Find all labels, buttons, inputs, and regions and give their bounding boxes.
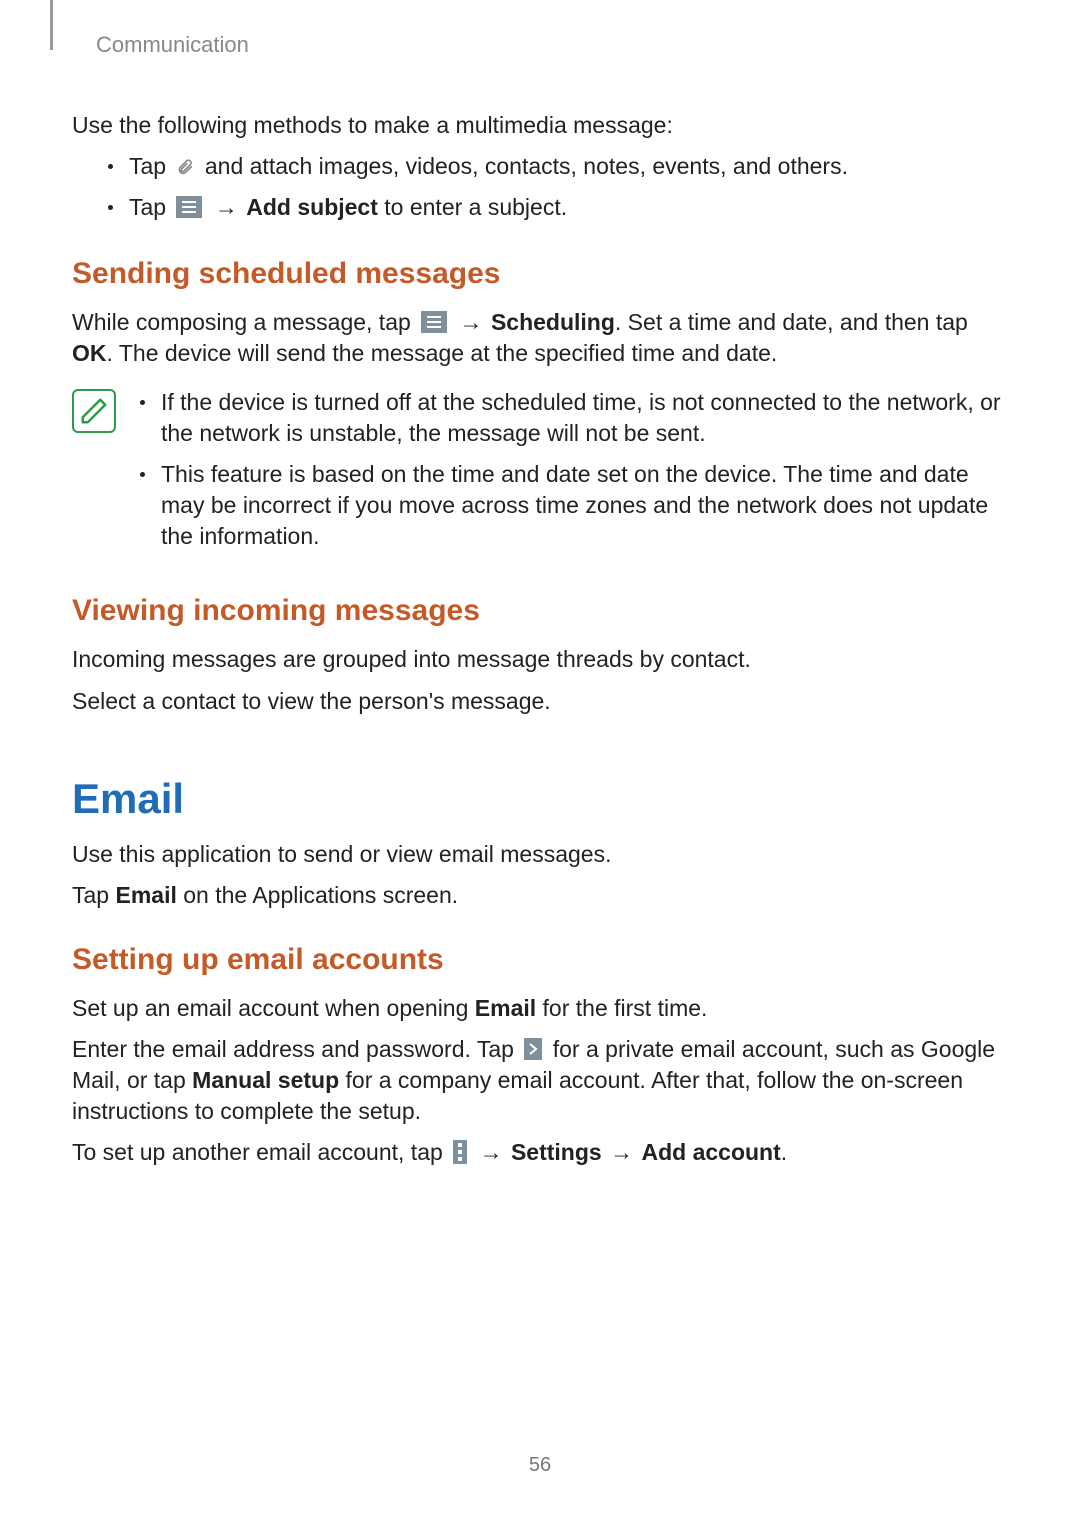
bold-text: Manual setup <box>192 1067 339 1093</box>
text: on the Applications screen. <box>177 882 458 908</box>
text: Enter the email address and password. Ta… <box>72 1036 520 1062</box>
bold-text: Add subject <box>246 194 378 220</box>
text: . Set a time and date, and then tap <box>615 309 968 335</box>
email-p1: Use this application to send or view ema… <box>72 839 1012 870</box>
bullet-marker <box>140 472 145 477</box>
page-number: 56 <box>0 1454 1080 1477</box>
bold-text: Settings <box>511 1139 602 1165</box>
bullet-marker <box>140 400 145 405</box>
setup-p2: Enter the email address and password. Ta… <box>72 1034 1012 1127</box>
bold-text: Email <box>115 882 176 908</box>
arrow: → <box>208 194 244 220</box>
text: . <box>781 1139 787 1165</box>
bullet-text: This feature is based on the time and da… <box>161 459 1012 552</box>
note-block: If the device is turned off at the sched… <box>72 387 1012 562</box>
text: Tap <box>129 153 172 179</box>
bold-text: Add account <box>641 1139 780 1165</box>
text: to enter a subject. <box>378 194 567 220</box>
heading-viewing: Viewing incoming messages <box>72 594 1012 628</box>
next-chevron-icon <box>524 1038 542 1060</box>
text: and attach images, videos, contacts, not… <box>198 153 848 179</box>
note-content: If the device is turned off at the sched… <box>140 387 1012 562</box>
more-vertical-icon <box>453 1140 467 1164</box>
viewing-p1: Incoming messages are grouped into messa… <box>72 644 1012 675</box>
arrow: → <box>473 1139 509 1165</box>
heading-scheduled: Sending scheduled messages <box>72 257 1012 291</box>
bullet-text: Tap → Add subject to enter a subject. <box>129 192 567 223</box>
setup-p1: Set up an email account when opening Ema… <box>72 993 1012 1024</box>
text: Tap <box>72 882 115 908</box>
arrow: → <box>453 309 489 335</box>
scheduled-paragraph: While composing a message, tap → Schedul… <box>72 307 1012 369</box>
menu-icon <box>176 196 202 218</box>
bold-text: Email <box>475 995 536 1021</box>
bullet-marker <box>108 164 113 169</box>
menu-icon <box>421 311 447 333</box>
heading-email: Email <box>72 775 1012 823</box>
page-content: Use the following methods to make a mult… <box>72 110 1012 1178</box>
arrow: → <box>604 1139 640 1165</box>
bold-text: Scheduling <box>491 309 615 335</box>
header-tab-rule <box>50 0 53 50</box>
text: . The device will send the message at th… <box>107 340 778 366</box>
heading-setup: Setting up email accounts <box>72 943 1012 977</box>
text: Set up an email account when opening <box>72 995 475 1021</box>
text: To set up another email account, tap <box>72 1139 449 1165</box>
bullet-text: If the device is turned off at the sched… <box>161 387 1012 449</box>
bullet-item: Tap and attach images, videos, contacts,… <box>108 151 1012 182</box>
bullet-list-1: Tap and attach images, videos, contacts,… <box>108 151 1012 223</box>
bullet-marker <box>108 205 113 210</box>
text: Tap <box>129 194 172 220</box>
header-section-label: Communication <box>96 32 249 58</box>
bullet-item: Tap → Add subject to enter a subject. <box>108 192 1012 223</box>
email-p2: Tap Email on the Applications screen. <box>72 880 1012 911</box>
intro-paragraph: Use the following methods to make a mult… <box>72 110 1012 141</box>
bullet-text: Tap and attach images, videos, contacts,… <box>129 151 848 182</box>
setup-p3: To set up another email account, tap → S… <box>72 1137 1012 1168</box>
paperclip-icon <box>176 157 194 177</box>
bullet-item: If the device is turned off at the sched… <box>140 387 1012 449</box>
text: for the first time. <box>536 995 707 1021</box>
bold-text: OK <box>72 340 107 366</box>
text: While composing a message, tap <box>72 309 417 335</box>
note-pencil-icon <box>72 389 116 433</box>
viewing-p2: Select a contact to view the person's me… <box>72 686 1012 717</box>
bullet-item: This feature is based on the time and da… <box>140 459 1012 552</box>
